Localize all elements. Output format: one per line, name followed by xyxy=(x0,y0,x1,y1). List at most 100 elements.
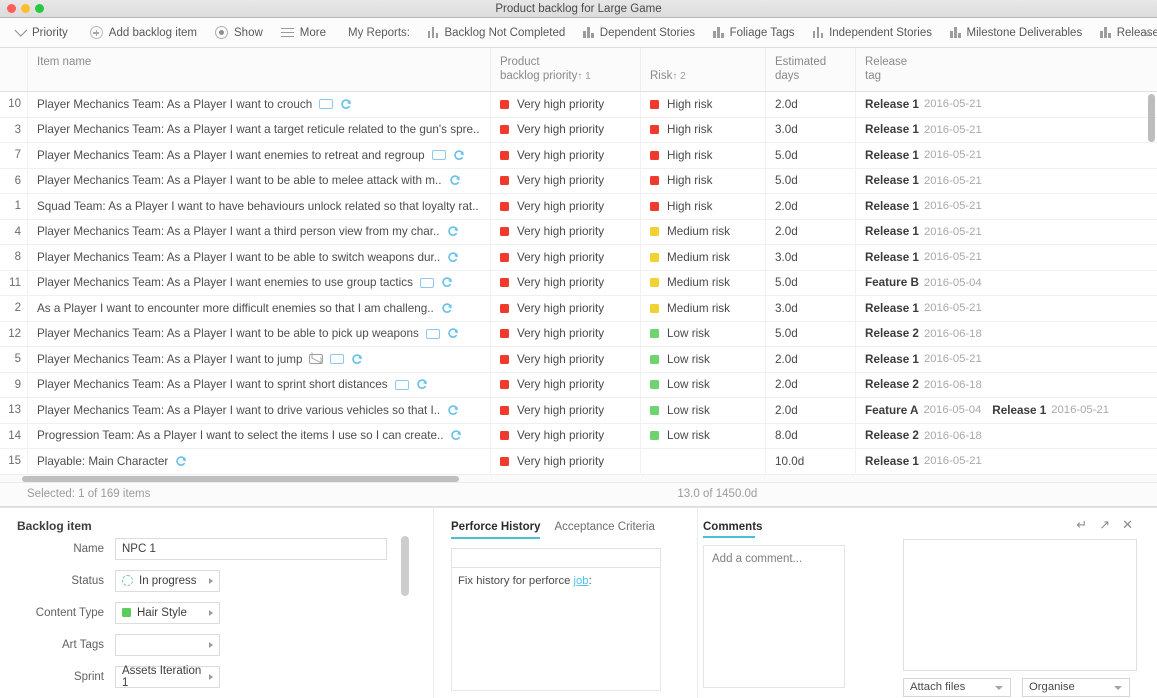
cell-priority[interactable]: Very high priority xyxy=(490,321,640,346)
cell-release-tag[interactable]: Release 1 2016-05-21 xyxy=(855,245,1152,270)
cell-estimated-days[interactable]: 10.0d xyxy=(765,449,855,474)
cell-priority[interactable]: Very high priority xyxy=(490,219,640,244)
field-sprint[interactable]: Assets Iteration 1 xyxy=(115,665,220,689)
add-backlog-item-button[interactable]: Add backlog item xyxy=(81,18,206,48)
cell-item-name[interactable]: Player Mechanics Team: As a Player I wan… xyxy=(27,117,490,142)
more-button[interactable]: More xyxy=(272,18,335,48)
cell-estimated-days[interactable]: 2.0d xyxy=(765,372,855,397)
cell-priority[interactable]: Very high priority xyxy=(490,449,640,474)
cell-release-tag[interactable]: Feature B 2016-05-04 xyxy=(855,270,1152,295)
cell-release-tag[interactable]: Release 1 2016-05-21 xyxy=(855,117,1152,142)
table-row[interactable]: 4 Player Mechanics Team: As a Player I wa… xyxy=(0,219,1157,245)
cell-item-name[interactable]: Player Mechanics Team: As a Player I wan… xyxy=(27,398,490,423)
report-milestone-deliverables[interactable]: Milestone Deliverables xyxy=(941,18,1091,48)
toolbar-overflow-button[interactable]: » xyxy=(1143,25,1151,39)
cell-priority[interactable]: Very high priority xyxy=(490,117,640,142)
cell-release-tag[interactable]: Release 1 2016-05-21 xyxy=(855,219,1152,244)
column-header-priority[interactable]: Product backlog priority↑ 1 xyxy=(490,48,640,91)
column-header-risk[interactable]: Risk↑ 2 xyxy=(640,48,765,91)
cell-release-tag[interactable]: Release 2 2016-06-18 xyxy=(855,321,1152,346)
report-dependent-stories[interactable]: Dependent Stories xyxy=(574,18,704,48)
cell-estimated-days[interactable]: 5.0d xyxy=(765,143,855,168)
table-horizontal-scrollbar-track[interactable] xyxy=(0,474,1157,483)
organise-dropdown[interactable]: Organise xyxy=(1022,677,1130,697)
cell-release-tag[interactable]: Release 1 2016-05-21 xyxy=(855,92,1152,117)
cell-priority[interactable]: Very high priority xyxy=(490,194,640,219)
cell-estimated-days[interactable]: 5.0d xyxy=(765,168,855,193)
cell-release-tag[interactable]: Release 2 2016-06-18 xyxy=(855,423,1152,448)
table-row[interactable]: 5 Player Mechanics Team: As a Player I wa… xyxy=(0,347,1157,373)
cell-priority[interactable]: Very high priority xyxy=(490,398,640,423)
cell-priority[interactable]: Very high priority xyxy=(490,270,640,295)
cell-priority[interactable]: Very high priority xyxy=(490,372,640,397)
cell-release-tag[interactable]: Release 1 2016-05-21 xyxy=(855,168,1152,193)
cell-priority[interactable]: Very high priority xyxy=(490,92,640,117)
tab-perforce-history[interactable]: Perforce History xyxy=(451,521,541,539)
cell-item-name[interactable]: Player Mechanics Team: As a Player I wan… xyxy=(27,219,490,244)
cell-item-name[interactable]: Progression Team: As a Player I want to … xyxy=(27,423,490,448)
cell-estimated-days[interactable]: 2.0d xyxy=(765,194,855,219)
cell-release-tag[interactable]: Release 1 2016-05-21 xyxy=(855,296,1152,321)
cell-release-tag[interactable]: Feature A 2016-05-04 Release 1 2016-05-21 xyxy=(855,398,1152,423)
cell-release-tag[interactable]: Release 1 2016-05-21 xyxy=(855,347,1152,372)
cell-priority[interactable]: Very high priority xyxy=(490,296,640,321)
cell-risk[interactable]: High risk xyxy=(640,168,765,193)
cell-estimated-days[interactable]: 5.0d xyxy=(765,321,855,346)
cell-priority[interactable]: Very high priority xyxy=(490,168,640,193)
cell-estimated-days[interactable]: 3.0d xyxy=(765,245,855,270)
cell-item-name[interactable]: Player Mechanics Team: As a Player I wan… xyxy=(27,347,490,372)
table-row[interactable]: 1 Squad Team: As a Player I want to have … xyxy=(0,194,1157,220)
table-vertical-scrollbar[interactable] xyxy=(1148,94,1155,142)
cell-estimated-days[interactable]: 2.0d xyxy=(765,219,855,244)
priority-dropdown-button[interactable]: Priority xyxy=(8,18,77,48)
cell-estimated-days[interactable]: 3.0d xyxy=(765,117,855,142)
table-row[interactable]: 11 Player Mechanics Team: As a Player I w… xyxy=(0,270,1157,296)
history-toolbar-area[interactable] xyxy=(451,547,661,568)
close-icon[interactable]: ✕ xyxy=(1122,518,1133,531)
cell-risk[interactable]: High risk xyxy=(640,143,765,168)
cell-item-name[interactable]: Player Mechanics Team: As a Player I wan… xyxy=(27,321,490,346)
field-status[interactable]: In progress xyxy=(115,569,220,592)
cell-item-name[interactable]: Squad Team: As a Player I want to have b… xyxy=(27,194,490,219)
table-row[interactable]: 10 Player Mechanics Team: As a Player I w… xyxy=(0,92,1157,118)
cell-item-name[interactable]: Playable: Main Character xyxy=(27,449,490,474)
cell-release-tag[interactable]: Release 1 2016-05-21 xyxy=(855,194,1152,219)
cell-risk[interactable]: Low risk xyxy=(640,398,765,423)
cell-risk[interactable]: Low risk xyxy=(640,372,765,397)
cell-estimated-days[interactable]: 2.0d xyxy=(765,347,855,372)
table-row[interactable]: 7 Player Mechanics Team: As a Player I wa… xyxy=(0,143,1157,169)
cell-risk[interactable]: High risk xyxy=(640,117,765,142)
cell-risk[interactable]: High risk xyxy=(640,92,765,117)
cell-item-name[interactable]: Player Mechanics Team: As a Player I wan… xyxy=(27,168,490,193)
cell-risk[interactable]: Medium risk xyxy=(640,270,765,295)
form-vertical-scrollbar[interactable] xyxy=(401,535,409,596)
table-row[interactable]: 2 As a Player I want to encounter more di… xyxy=(0,296,1157,322)
history-body[interactable]: Fix history for perforce job: xyxy=(451,567,661,691)
table-row[interactable]: 13 Player Mechanics Team: As a Player I w… xyxy=(0,398,1157,424)
cell-risk[interactable]: High risk xyxy=(640,194,765,219)
cell-risk[interactable] xyxy=(640,449,765,474)
cell-item-name[interactable]: Player Mechanics Team: As a Player I wan… xyxy=(27,270,490,295)
history-job-link[interactable]: job xyxy=(574,575,589,587)
cell-estimated-days[interactable]: 8.0d xyxy=(765,423,855,448)
cell-estimated-days[interactable]: 2.0d xyxy=(765,398,855,423)
cell-estimated-days[interactable]: 5.0d xyxy=(765,270,855,295)
report-independent-stories[interactable]: Independent Stories xyxy=(804,18,941,48)
popout-icon[interactable]: ↗ xyxy=(1099,518,1110,531)
report-backlog-not-completed[interactable]: Backlog Not Completed xyxy=(419,18,574,48)
cell-release-tag[interactable]: Release 2 2016-06-18 xyxy=(855,372,1152,397)
report-foliage-tags[interactable]: Foliage Tags xyxy=(704,18,804,48)
show-button[interactable]: Show xyxy=(206,18,272,48)
table-row[interactable]: 9 Player Mechanics Team: As a Player I wa… xyxy=(0,372,1157,398)
table-row[interactable]: 12 Player Mechanics Team: As a Player I w… xyxy=(0,321,1157,347)
column-header-release-tag[interactable]: Release tag xyxy=(855,48,1152,91)
field-content-type[interactable]: Hair Style xyxy=(115,601,220,624)
table-horizontal-scrollbar-thumb[interactable] xyxy=(22,475,459,482)
cell-item-name[interactable]: Player Mechanics Team: As a Player I wan… xyxy=(27,372,490,397)
table-row[interactable]: 6 Player Mechanics Team: As a Player I wa… xyxy=(0,168,1157,194)
column-header-item-name[interactable]: Item name xyxy=(27,48,490,91)
cell-item-name[interactable]: As a Player I want to encounter more dif… xyxy=(27,296,490,321)
table-row[interactable]: 14 Progression Team: As a Player I want t… xyxy=(0,423,1157,449)
cell-risk[interactable]: Low risk xyxy=(640,321,765,346)
cell-risk[interactable]: Low risk xyxy=(640,347,765,372)
